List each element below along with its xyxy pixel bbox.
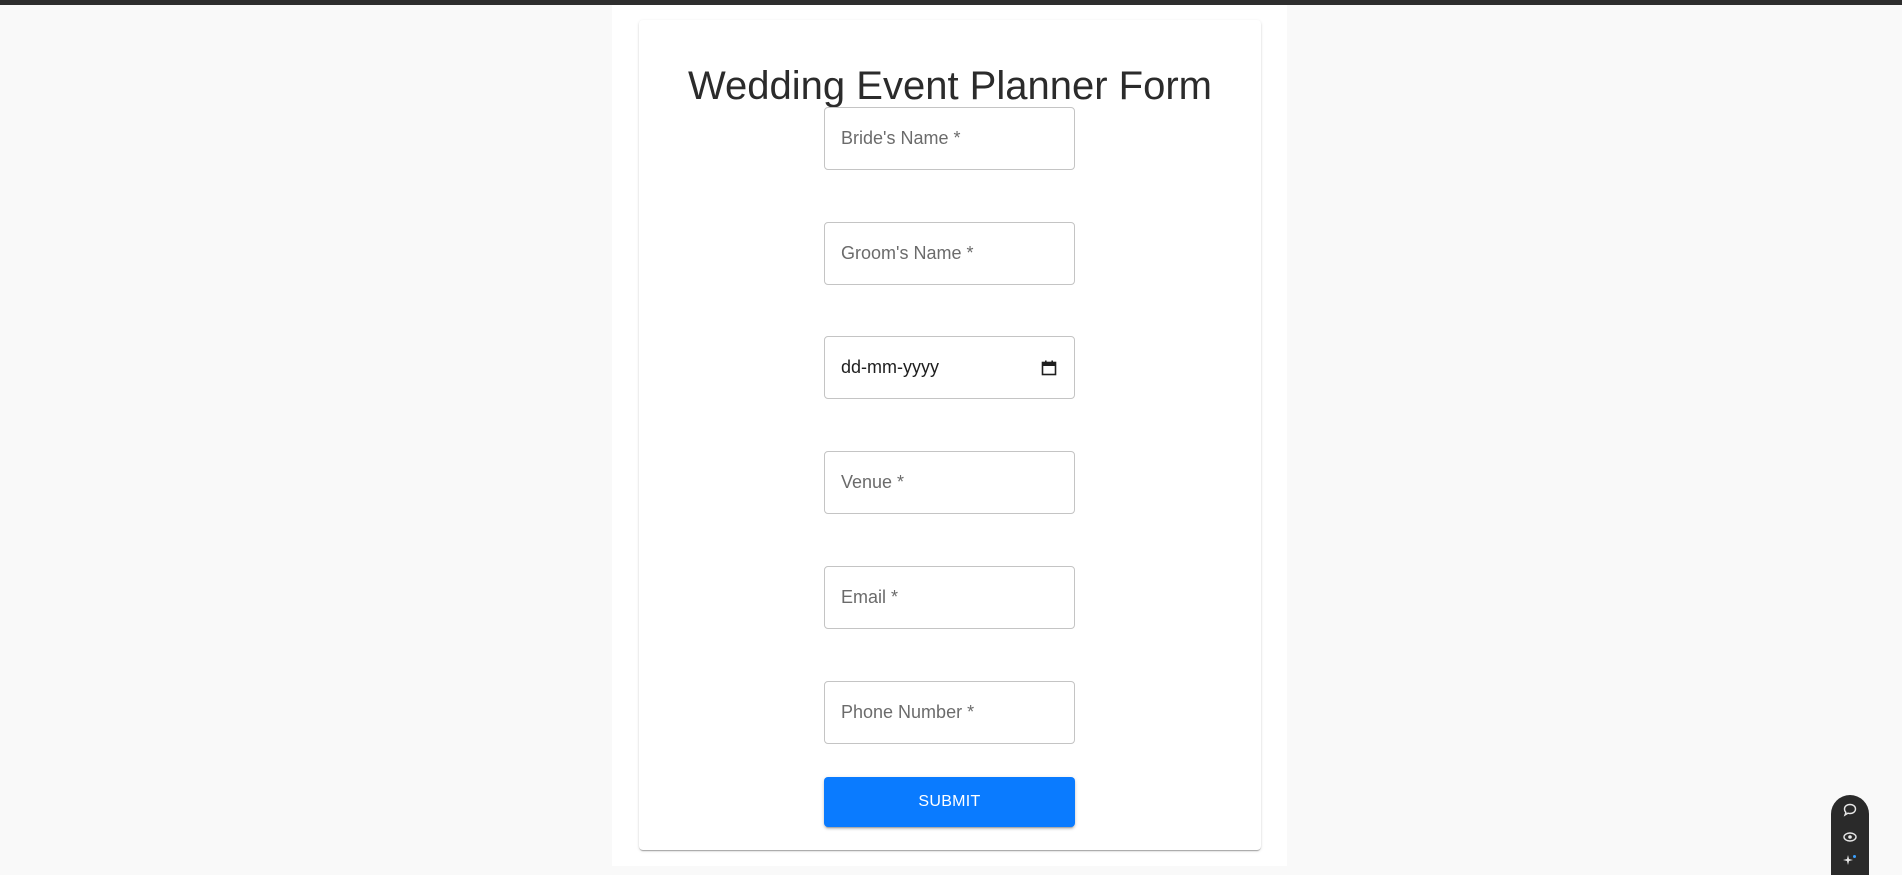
email-label: Email * bbox=[841, 587, 899, 607]
wedding-date-field[interactable]: dd-mm-yyyy bbox=[824, 336, 1075, 399]
chat-icon[interactable] bbox=[1842, 802, 1858, 818]
submit-button[interactable]: SUBMIT bbox=[824, 777, 1075, 827]
venue-label: Venue * bbox=[841, 472, 905, 492]
groom-name-field[interactable]: Groom's Name * bbox=[824, 222, 1075, 285]
bride-name-label: Bride's Name * bbox=[841, 128, 961, 148]
floating-widget bbox=[1831, 795, 1869, 875]
groom-name-label: Groom's Name * bbox=[841, 243, 974, 263]
form-card: Wedding Event Planner Form Bride's Name … bbox=[639, 20, 1261, 850]
venue-field[interactable]: Venue * bbox=[824, 451, 1075, 514]
form-title: Wedding Event Planner Form bbox=[688, 64, 1212, 108]
eye-icon[interactable] bbox=[1842, 829, 1858, 845]
sparkle-icon[interactable] bbox=[1842, 853, 1858, 869]
date-value: dd-mm-yyyy bbox=[841, 357, 939, 377]
phone-field[interactable]: Phone Number * bbox=[824, 681, 1075, 744]
phone-label: Phone Number * bbox=[841, 702, 975, 722]
email-field[interactable]: Email * bbox=[824, 566, 1075, 629]
calendar-icon[interactable] bbox=[1041, 360, 1057, 376]
bride-name-field[interactable]: Bride's Name * bbox=[824, 107, 1075, 170]
